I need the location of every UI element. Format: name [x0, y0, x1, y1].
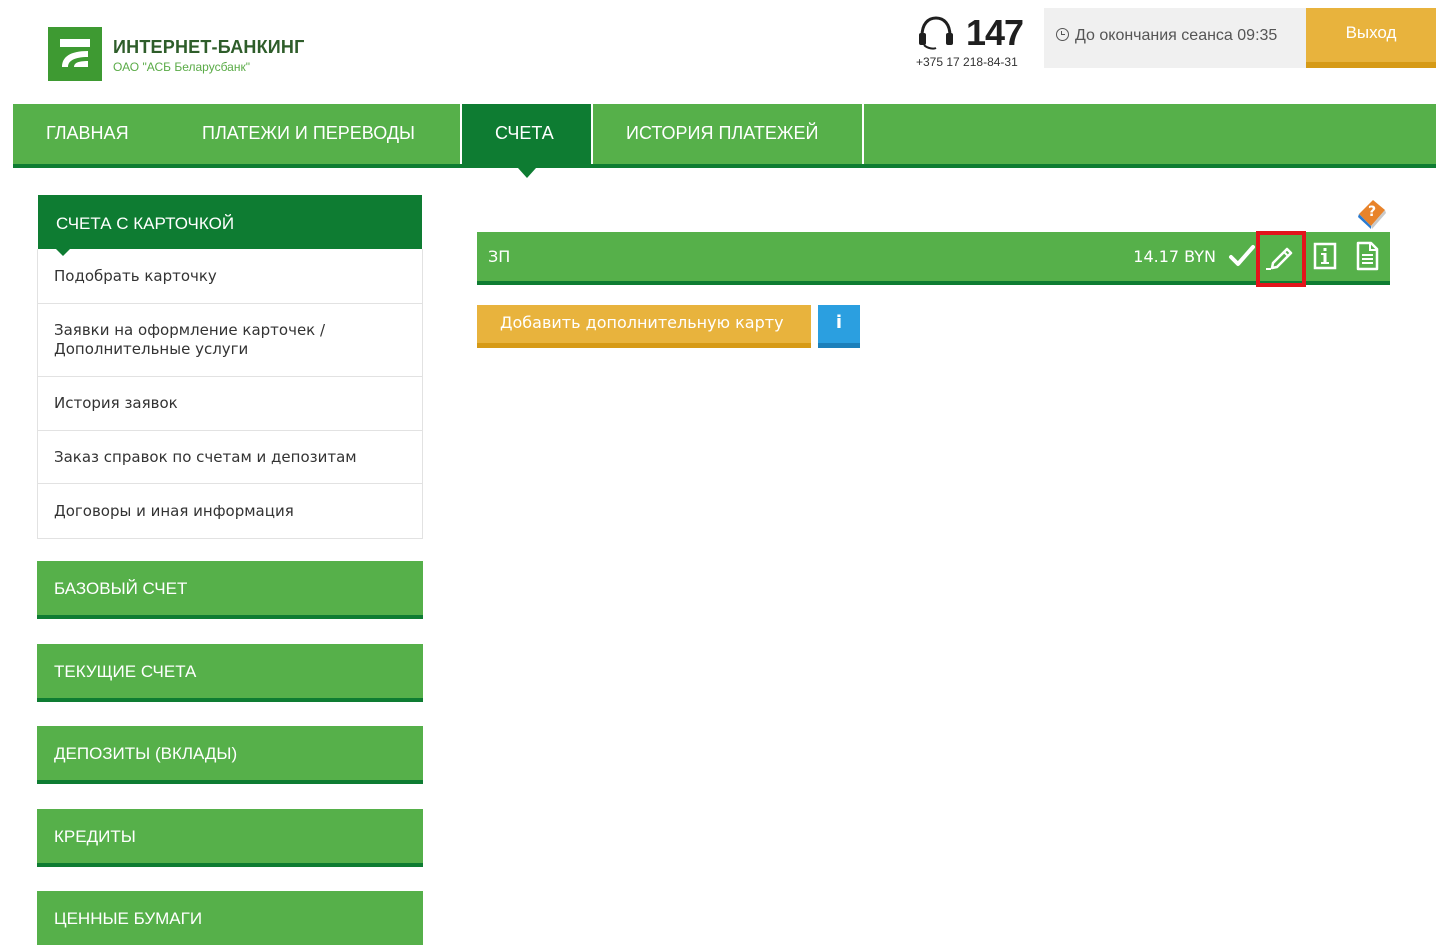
session-timer: До окончания сеанса 09:35: [1044, 8, 1306, 68]
svg-text:?: ?: [1368, 204, 1376, 220]
nav-item-payments[interactable]: ПЛАТЕЖИ И ПЕРЕВОДЫ: [202, 104, 415, 164]
add-card-info-button[interactable]: i: [818, 305, 860, 348]
sidebar-group-current-accounts[interactable]: ТЕКУЩИЕ СЧЕТА: [37, 644, 423, 702]
nav-item-payment-history[interactable]: ИСТОРИЯ ПЛАТЕЖЕЙ: [626, 104, 818, 164]
account-balance: 14.17 BYN: [1133, 247, 1216, 266]
active-arrow-icon: [517, 168, 536, 178]
sidebar-sub-item[interactable]: История заявок: [38, 376, 422, 430]
clock-icon: [1056, 28, 1069, 41]
headset-icon: [919, 16, 953, 50]
nav-item-accounts-label: СЧЕТА: [495, 123, 554, 143]
sidebar-sub-list: Подобрать карточку Заявки на оформление …: [37, 249, 423, 539]
main-nav: ГЛАВНАЯ ПЛАТЕЖИ И ПЕРЕВОДЫ СЧЕТА ИСТОРИЯ…: [13, 104, 1436, 178]
brand-title: ИНТЕРНЕТ-БАНКИНГ: [113, 37, 305, 57]
check-icon[interactable]: [1225, 239, 1259, 273]
session-label: До окончания сеанса 09:35: [1075, 27, 1278, 44]
bank-logo[interactable]: [48, 27, 102, 81]
sidebar-sub-item[interactable]: Заказ справок по счетам и депозитам: [38, 430, 422, 483]
account-row: ЗП 14.17 BYN: [477, 232, 1390, 285]
brand-subtitle: ОАО "АСБ Беларусбанк": [113, 60, 250, 74]
sidebar-group-credits[interactable]: КРЕДИТЫ: [37, 809, 423, 867]
document-icon[interactable]: [1350, 239, 1384, 273]
sidebar-sub-item[interactable]: Договоры и иная информация: [38, 483, 422, 538]
nav-separator: [862, 104, 864, 164]
sidebar-group-basic-account[interactable]: БАЗОВЫЙ СЧЕТ: [37, 561, 423, 619]
nav-separator: [591, 104, 593, 164]
account-name[interactable]: ЗП: [488, 247, 510, 266]
sidebar-group-card-accounts[interactable]: СЧЕТА С КАРТОЧКОЙ: [38, 195, 422, 256]
logo-icon: [60, 39, 90, 67]
edit-pencil-icon[interactable]: [1263, 239, 1297, 273]
sidebar-group-deposits[interactable]: ДЕПОЗИТЫ (ВКЛАДЫ): [37, 726, 423, 784]
info-icon[interactable]: [1308, 239, 1342, 273]
phone-short-number: 147: [966, 12, 1024, 53]
sidebar-sub-item-label: Заявки на оформление карточек / Дополнит…: [54, 321, 326, 358]
help-book-icon[interactable]: ?: [1353, 194, 1389, 230]
sidebar-sub-item[interactable]: Подобрать карточку: [38, 249, 422, 303]
sidebar-sub-item[interactable]: Заявки на оформление карточек / Дополнит…: [38, 303, 422, 376]
logout-button[interactable]: Выход: [1306, 8, 1436, 68]
sidebar-group-securities[interactable]: ЦЕННЫЕ БУМАГИ: [37, 891, 423, 945]
sidebar-group-label: СЧЕТА С КАРТОЧКОЙ: [56, 214, 235, 233]
add-additional-card-button[interactable]: Добавить дополнительную карту: [477, 305, 811, 348]
phone-full-number: +375 17 218-84-31: [916, 55, 1018, 69]
nav-item-home[interactable]: ГЛАВНАЯ: [46, 104, 129, 164]
nav-item-accounts[interactable]: СЧЕТА: [462, 104, 591, 178]
